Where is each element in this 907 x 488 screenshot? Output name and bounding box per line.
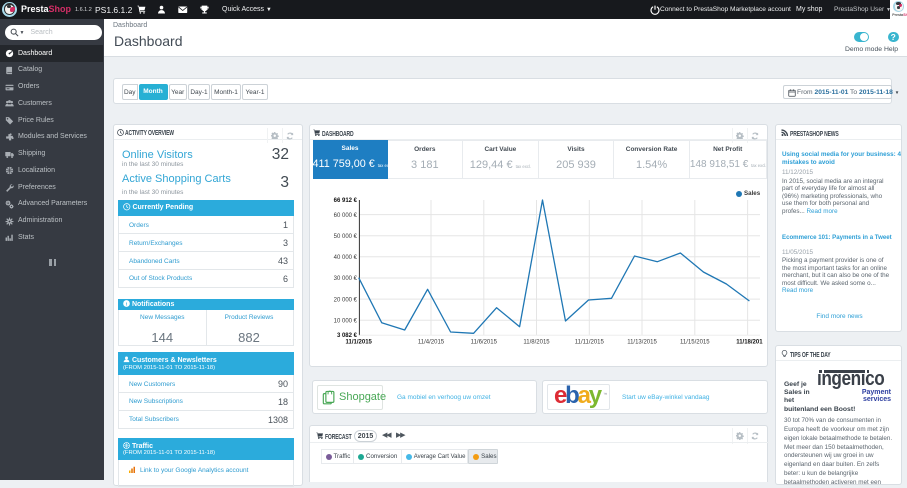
- svg-text:50 000 €: 50 000 €: [334, 234, 358, 240]
- svg-text:30 000 €: 30 000 €: [334, 276, 358, 282]
- svg-text:40 000 €: 40 000 €: [334, 255, 358, 261]
- svg-text:11/15/2015: 11/15/2015: [680, 340, 710, 346]
- svg-text:11/18/201: 11/18/201: [736, 340, 763, 346]
- svg-text:11/4/2015: 11/4/2015: [418, 340, 445, 346]
- svg-text:11/1/2015: 11/1/2015: [346, 340, 373, 346]
- svg-text:11/6/2015: 11/6/2015: [471, 340, 498, 346]
- svg-text:11/8/2015: 11/8/2015: [523, 340, 550, 346]
- svg-text:10 000 €: 10 000 €: [334, 318, 358, 324]
- svg-text:11/13/2015: 11/13/2015: [627, 340, 657, 346]
- svg-text:11/11/2015: 11/11/2015: [575, 340, 605, 346]
- svg-text:66 912 €: 66 912 €: [334, 198, 358, 204]
- svg-text:60 000 €: 60 000 €: [334, 213, 358, 219]
- svg-text:20 000 €: 20 000 €: [334, 297, 358, 303]
- svg-text:3 082 €: 3 082 €: [337, 333, 358, 339]
